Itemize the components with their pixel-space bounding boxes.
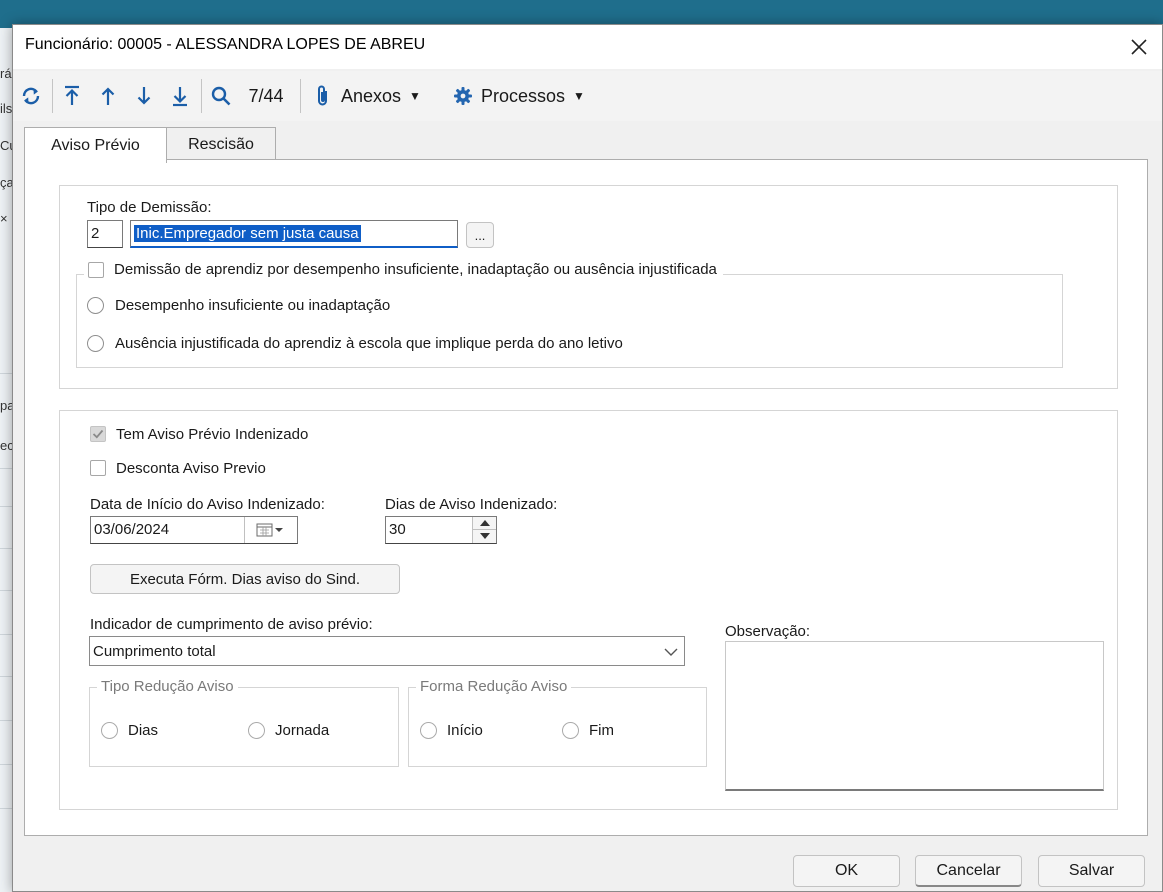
observation-textarea[interactable] [725, 641, 1104, 791]
indicator-label: Indicador de cumprimento de aviso prévio… [90, 616, 373, 633]
indemnified-checkbox[interactable] [90, 426, 106, 442]
background-text: × [0, 211, 8, 226]
start-date-label: Data de Início do Aviso Indenizado: [90, 496, 325, 513]
radio-reduction-days-label: Dias [128, 722, 159, 739]
radio-form-start[interactable] [420, 722, 437, 739]
reduction-form-legend: Forma Redução Aviso [416, 678, 572, 695]
discount-checkbox[interactable] [90, 460, 106, 476]
attachments-menu[interactable]: Anexos ▼ [313, 81, 441, 111]
first-record-button[interactable] [59, 81, 85, 111]
radio-reduction-workday-label: Jornada [275, 722, 330, 739]
search-icon [211, 86, 231, 106]
date-picker-button[interactable] [244, 517, 296, 543]
calendar-icon [256, 523, 283, 537]
tab-aviso-previo[interactable]: Aviso Prévio [24, 127, 167, 163]
dismissal-type-label: Tipo de Demissão: [87, 199, 212, 216]
stepper-down-button[interactable] [473, 530, 496, 542]
close-icon [1131, 39, 1147, 55]
apprentice-checkbox[interactable] [88, 261, 104, 278]
paperclip-icon [318, 85, 327, 106]
dismissal-group: Tipo de Demissão: 2 Inic.Empregador sem … [59, 185, 1118, 389]
radio-reduction-workday[interactable] [248, 722, 265, 739]
dialog-titlebar: Funcionário: 00005 - ALESSANDRA LOPES DE… [13, 25, 1162, 69]
cancel-button[interactable]: Cancelar [915, 855, 1022, 887]
dismissal-lookup-button[interactable]: ... [466, 222, 494, 248]
apprentice-checkbox-row[interactable]: Demissão de aprendiz por desempenho insu… [84, 261, 723, 278]
apprentice-group [76, 274, 1063, 368]
radio-form-start-label: Início [447, 722, 483, 739]
refresh-icon [22, 87, 40, 105]
save-button[interactable]: Salvar [1038, 855, 1145, 887]
dismissal-code-input[interactable]: 2 [87, 220, 123, 248]
dialog-title: Funcionário: 00005 - ALESSANDRA LOPES DE… [25, 36, 426, 53]
background-text: rá [0, 66, 12, 81]
refresh-button[interactable] [17, 81, 45, 111]
previous-record-button[interactable] [95, 81, 121, 111]
employee-dialog: Funcionário: 00005 - ALESSANDRA LOPES DE… [12, 24, 1163, 892]
arrow-up-icon [101, 87, 115, 105]
observation-label: Observação: [725, 623, 811, 640]
close-button[interactable] [1122, 31, 1156, 63]
chevron-down-icon: ▼ [573, 89, 585, 103]
background-text: ils [0, 101, 13, 116]
radio-performance[interactable] [87, 297, 104, 314]
discount-label: Desconta Aviso Previo [116, 460, 266, 477]
radio-reduction-days[interactable] [101, 722, 118, 739]
radio-form-end[interactable] [562, 722, 579, 739]
chevron-down-icon [664, 648, 678, 656]
radio-form-end-label: Fim [589, 722, 614, 739]
chevron-down-icon: ▼ [409, 89, 421, 103]
ok-button[interactable]: OK [793, 855, 900, 887]
toolbar: 7/44 Anexos ▼ Processos ▼ [13, 71, 1162, 121]
caret-up-icon [479, 520, 490, 526]
last-record-button[interactable] [167, 81, 193, 111]
run-formula-button[interactable]: Executa Fórm. Dias aviso do Sind. [90, 564, 400, 594]
record-position: 7/44 [248, 85, 284, 106]
toolbar-separator [300, 79, 301, 113]
indicator-select[interactable]: Cumprimento total [89, 636, 685, 666]
tab-strip: Aviso Prévio Rescisão [13, 127, 1162, 163]
caret-down-icon [479, 533, 490, 539]
tab-panel-aviso-previo: Tipo de Demissão: 2 Inic.Empregador sem … [24, 159, 1148, 836]
processes-menu[interactable]: Processos ▼ [453, 81, 613, 111]
first-record-icon [65, 85, 79, 105]
radio-absence-label: Ausência injustificada do aprendiz à esc… [115, 335, 623, 352]
radio-performance-label: Desempenho insuficiente ou inadaptação [115, 297, 391, 314]
toolbar-separator [201, 79, 202, 113]
reduction-type-legend: Tipo Redução Aviso [97, 678, 238, 695]
arrow-down-icon [137, 87, 151, 105]
next-record-button[interactable] [131, 81, 157, 111]
stepper-up-button[interactable] [473, 517, 496, 530]
checkmark-icon [92, 429, 104, 439]
toolbar-separator [52, 79, 53, 113]
notice-group: Tem Aviso Prévio Indenizado Desconta Avi… [59, 410, 1118, 810]
indemnified-label: Tem Aviso Prévio Indenizado [116, 426, 309, 443]
gear-icon [454, 87, 472, 105]
last-record-icon [173, 87, 187, 107]
radio-absence[interactable] [87, 335, 104, 352]
search-button[interactable] [207, 81, 235, 111]
days-label: Dias de Aviso Indenizado: [385, 496, 558, 513]
tab-rescisao[interactable]: Rescisão [166, 127, 276, 161]
days-stepper-buttons [472, 517, 496, 543]
dismissal-description-input[interactable]: Inic.Empregador sem justa causa [130, 220, 458, 248]
